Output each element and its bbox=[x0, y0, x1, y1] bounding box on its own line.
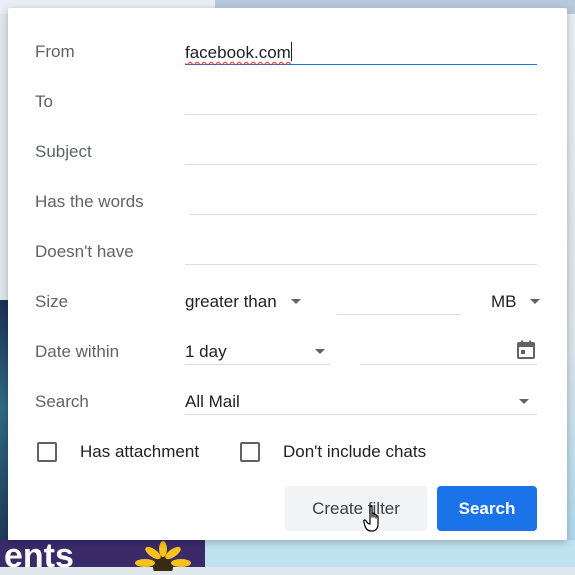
text-caret bbox=[290, 42, 292, 61]
date-within-label: Date within bbox=[35, 342, 120, 361]
from-label: From bbox=[35, 42, 75, 61]
chevron-down-icon bbox=[530, 299, 540, 304]
size-label: Size bbox=[35, 292, 69, 311]
to-label: To bbox=[35, 92, 53, 111]
subject-label: Subject bbox=[35, 142, 92, 161]
chevron-down-icon bbox=[315, 349, 325, 354]
from-row: From facebook.com bbox=[8, 18, 567, 65]
date-range-select[interactable]: 1 day bbox=[185, 340, 330, 365]
size-unit-value: MB bbox=[491, 292, 517, 311]
size-comparator-select[interactable]: greater than bbox=[185, 290, 307, 315]
size-row: Size greater than MB bbox=[8, 268, 567, 315]
doesnt-have-input[interactable] bbox=[185, 240, 537, 265]
dont-include-chats-checkbox[interactable] bbox=[240, 442, 260, 462]
create-filter-button[interactable]: Create filter bbox=[285, 486, 427, 531]
doesnt-have-row: Doesn't have bbox=[8, 218, 567, 265]
date-within-row: Date within 1 day bbox=[8, 318, 567, 365]
has-words-row: Has the words bbox=[8, 168, 567, 215]
search-scope-label: Search bbox=[35, 392, 89, 411]
date-input[interactable] bbox=[360, 340, 537, 365]
chevron-down-icon bbox=[291, 299, 301, 304]
subject-row: Subject bbox=[8, 118, 567, 165]
size-unit-select[interactable]: MB bbox=[491, 290, 545, 315]
chevron-down-icon bbox=[519, 399, 529, 404]
search-button[interactable]: Search bbox=[437, 486, 537, 531]
hand-pointer-icon bbox=[363, 505, 379, 532]
has-attachment-label: Has attachment bbox=[80, 442, 200, 461]
search-scope-value: All Mail bbox=[185, 392, 240, 411]
has-words-input[interactable] bbox=[189, 190, 537, 215]
background-left-strip bbox=[0, 300, 8, 567]
date-range-value: 1 day bbox=[185, 342, 227, 361]
from-input-value: facebook.com bbox=[185, 43, 291, 62]
search-scope-select[interactable]: All Mail bbox=[185, 390, 537, 415]
dont-include-chats-label: Don't include chats bbox=[283, 442, 427, 461]
doesnt-have-label: Doesn't have bbox=[35, 242, 134, 261]
from-input[interactable]: facebook.com bbox=[185, 40, 537, 65]
has-attachment-checkbox[interactable] bbox=[37, 442, 57, 462]
size-value-input[interactable] bbox=[337, 290, 461, 315]
size-comparator-value: greater than bbox=[185, 292, 277, 311]
calendar-icon[interactable] bbox=[516, 340, 536, 360]
search-filter-dialog: From facebook.com To Subject Has the wor… bbox=[8, 8, 567, 540]
to-row: To bbox=[8, 68, 567, 115]
background-right-strip bbox=[567, 14, 575, 567]
subject-input[interactable] bbox=[185, 140, 537, 165]
search-scope-row: Search All Mail bbox=[8, 368, 567, 415]
has-words-label: Has the words bbox=[35, 192, 144, 211]
to-input[interactable] bbox=[185, 90, 537, 115]
